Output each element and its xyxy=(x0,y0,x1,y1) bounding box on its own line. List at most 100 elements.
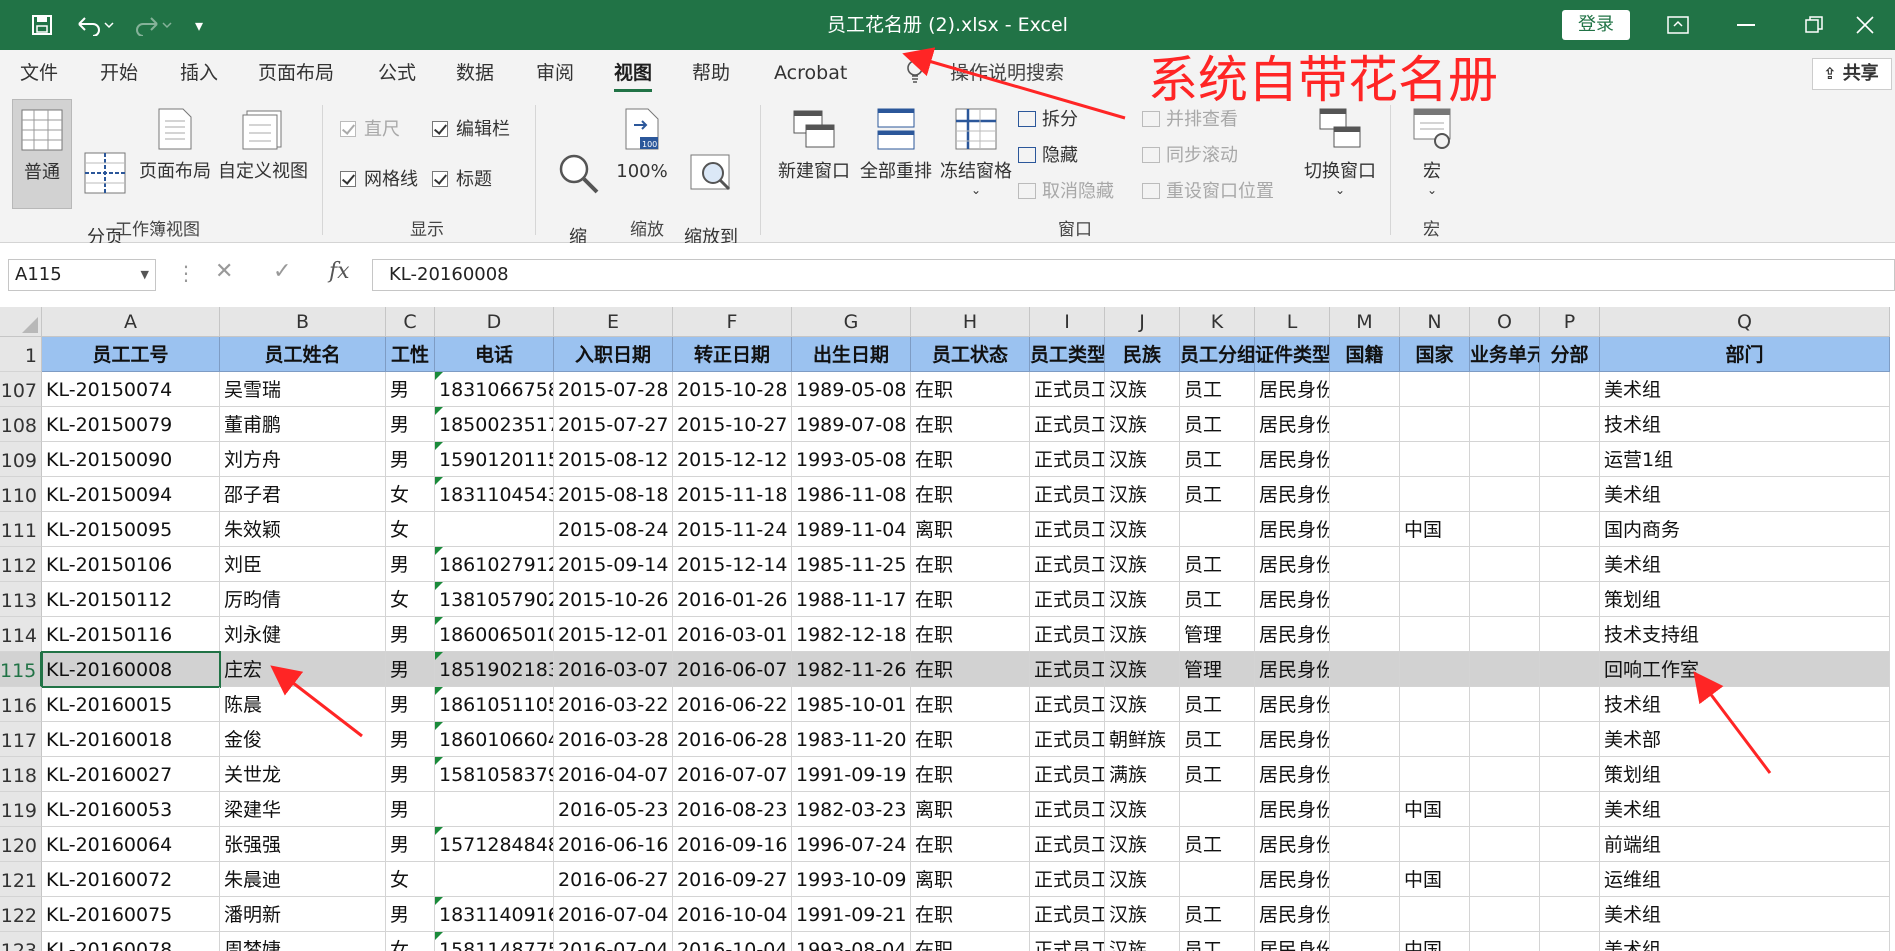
cell-emp-name[interactable]: 庄宏 xyxy=(220,652,386,687)
cell-confirm-date[interactable]: 2016-01-26 xyxy=(673,582,792,617)
row-header[interactable]: 113 xyxy=(0,582,42,617)
cell-branch[interactable] xyxy=(1540,512,1600,547)
cell-phone[interactable]: 18500235178 xyxy=(435,407,554,442)
cell-birth-date[interactable]: 1993-10-09 xyxy=(792,862,911,897)
save-icon[interactable] xyxy=(22,0,62,50)
cell-branch[interactable] xyxy=(1540,617,1600,652)
switch-windows-button[interactable]: 切换窗口 ⌄ xyxy=(1298,99,1382,209)
cell-status[interactable]: 在职 xyxy=(911,407,1030,442)
cell-id-type[interactable]: 居民身份证 xyxy=(1255,792,1330,827)
cell-group[interactable]: 员工 xyxy=(1180,757,1255,792)
cell-hire-date[interactable]: 2016-05-23 xyxy=(554,792,673,827)
tab-file[interactable]: 文件 xyxy=(20,58,58,88)
row-header[interactable]: 114 xyxy=(0,617,42,652)
cell-business-unit[interactable] xyxy=(1470,582,1540,617)
cell-confirm-date[interactable]: 2016-06-28 xyxy=(673,722,792,757)
cell-ethnicity[interactable]: 汉族 xyxy=(1105,617,1180,652)
cell-confirm-date[interactable]: 2015-11-18 xyxy=(673,477,792,512)
freeze-panes-button[interactable]: 冻结窗格 ⌄ xyxy=(936,99,1016,209)
column-header-p[interactable]: P xyxy=(1540,307,1600,337)
cell-gender[interactable]: 男 xyxy=(386,617,435,652)
cell-emp-type[interactable]: 正式员工 xyxy=(1030,372,1105,407)
cell-gender[interactable]: 男 xyxy=(386,827,435,862)
cell-branch[interactable] xyxy=(1540,442,1600,477)
cell-confirm-date[interactable]: 2016-10-04 xyxy=(673,897,792,932)
cell-group[interactable]: 员工 xyxy=(1180,897,1255,932)
cell-id-type[interactable]: 居民身份证 xyxy=(1255,372,1330,407)
hide-button[interactable]: 隐藏 xyxy=(1018,143,1078,169)
split-button[interactable]: 拆分 xyxy=(1018,107,1078,133)
cell-confirm-date[interactable]: 2016-07-07 xyxy=(673,757,792,792)
cell-ethnicity[interactable]: 汉族 xyxy=(1105,652,1180,687)
cell-group[interactable] xyxy=(1180,792,1255,827)
header-cell-emp-id[interactable]: 员工工号 xyxy=(42,337,220,372)
cell-emp-name[interactable]: 梁建华 xyxy=(220,792,386,827)
cell-country[interactable] xyxy=(1400,477,1470,512)
header-cell-confirm-date[interactable]: 转正日期 xyxy=(673,337,792,372)
cell-nationality[interactable] xyxy=(1330,477,1400,512)
column-header-h[interactable]: H xyxy=(911,307,1030,337)
cell-branch[interactable] xyxy=(1540,757,1600,792)
column-header-i[interactable]: I xyxy=(1030,307,1105,337)
cell-ethnicity[interactable]: 汉族 xyxy=(1105,897,1180,932)
cell-department[interactable]: 技术组 xyxy=(1600,687,1890,722)
cell-phone[interactable]: 15901201157 xyxy=(435,442,554,477)
cell-birth-date[interactable]: 1991-09-19 xyxy=(792,757,911,792)
cell-emp-name[interactable]: 刘方舟 xyxy=(220,442,386,477)
cell-business-unit[interactable] xyxy=(1470,617,1540,652)
headings-checkbox[interactable]: 标题 xyxy=(432,167,492,193)
row-header[interactable]: 117 xyxy=(0,722,42,757)
cell-group[interactable] xyxy=(1180,512,1255,547)
cell-group[interactable]: 员工 xyxy=(1180,687,1255,722)
cell-birth-date[interactable]: 1983-11-20 xyxy=(792,722,911,757)
cell-business-unit[interactable] xyxy=(1470,687,1540,722)
cell-emp-type[interactable]: 正式员工 xyxy=(1030,757,1105,792)
cell-ethnicity[interactable]: 朝鲜族 xyxy=(1105,722,1180,757)
cell-ethnicity[interactable]: 汉族 xyxy=(1105,442,1180,477)
cell-emp-name[interactable]: 陈晨 xyxy=(220,687,386,722)
cell-emp-id[interactable]: KL-20150116 xyxy=(42,617,220,652)
cell-ethnicity[interactable]: 汉族 xyxy=(1105,827,1180,862)
row-header[interactable]: 107 xyxy=(0,372,42,407)
cell-confirm-date[interactable]: 2016-10-04 xyxy=(673,932,792,951)
cell-department[interactable]: 美术组 xyxy=(1600,477,1890,512)
cell-emp-id[interactable]: KL-20150074 xyxy=(42,372,220,407)
page-layout-view-button[interactable]: 页面布局 xyxy=(138,99,212,209)
cell-status[interactable]: 在职 xyxy=(911,757,1030,792)
cell-emp-type[interactable]: 正式员工 xyxy=(1030,512,1105,547)
cell-group[interactable]: 员工 xyxy=(1180,827,1255,862)
cell-birth-date[interactable]: 1985-11-25 xyxy=(792,547,911,582)
column-header-a[interactable]: A xyxy=(42,307,220,337)
cell-department[interactable]: 美术组 xyxy=(1600,932,1890,951)
cell-emp-name[interactable]: 潘明新 xyxy=(220,897,386,932)
cell-status[interactable]: 离职 xyxy=(911,792,1030,827)
row-header[interactable]: 108 xyxy=(0,407,42,442)
cell-business-unit[interactable] xyxy=(1470,547,1540,582)
cell-emp-id[interactable]: KL-20160015 xyxy=(42,687,220,722)
cell-emp-id[interactable]: KL-20150094 xyxy=(42,477,220,512)
cell-department[interactable]: 运营1组 xyxy=(1600,442,1890,477)
cell-group[interactable] xyxy=(1180,862,1255,897)
cell-hire-date[interactable]: 2016-07-04 xyxy=(554,932,673,951)
cell-business-unit[interactable] xyxy=(1470,827,1540,862)
cell-ethnicity[interactable]: 汉族 xyxy=(1105,687,1180,722)
cell-gender[interactable]: 男 xyxy=(386,722,435,757)
cell-ethnicity[interactable]: 汉族 xyxy=(1105,792,1180,827)
cell-status[interactable]: 在职 xyxy=(911,687,1030,722)
cell-emp-id[interactable]: KL-20160072 xyxy=(42,862,220,897)
synchronous-scrolling-button[interactable]: 同步滚动 xyxy=(1142,143,1238,169)
cell-business-unit[interactable] xyxy=(1470,442,1540,477)
cell-ethnicity[interactable]: 汉族 xyxy=(1105,547,1180,582)
header-cell-department[interactable]: 部门 xyxy=(1600,337,1890,372)
cancel-icon[interactable]: ✕ xyxy=(215,259,233,284)
cell-phone[interactable] xyxy=(435,512,554,547)
header-cell-birth-date[interactable]: 出生日期 xyxy=(792,337,911,372)
cell-emp-name[interactable]: 朱晨迪 xyxy=(220,862,386,897)
cell-hire-date[interactable]: 2016-03-28 xyxy=(554,722,673,757)
tell-me-search[interactable]: 操作说明搜索 xyxy=(950,58,1064,88)
cell-business-unit[interactable] xyxy=(1470,477,1540,512)
cell-emp-name[interactable]: 吴雪瑞 xyxy=(220,372,386,407)
tab-acrobat[interactable]: Acrobat xyxy=(774,58,847,88)
cell-emp-type[interactable]: 正式员工 xyxy=(1030,722,1105,757)
cell-confirm-date[interactable]: 2016-06-07 xyxy=(673,652,792,687)
